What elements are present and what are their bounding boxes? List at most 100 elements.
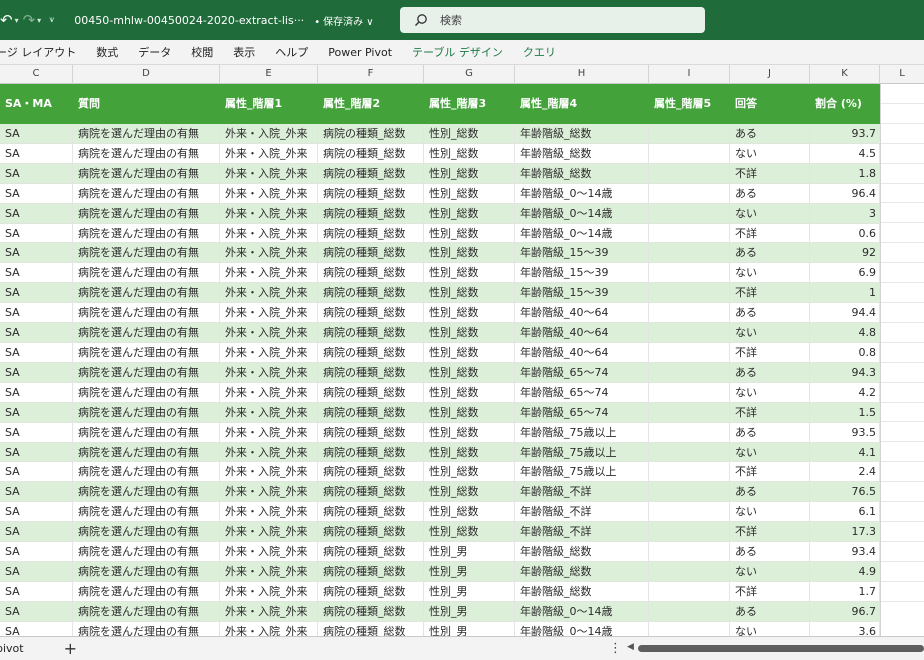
cell-attr-level1[interactable]: 外来・入院_外来 — [220, 243, 318, 263]
cell-attr-level1[interactable]: 外来・入院_外来 — [220, 442, 318, 462]
column-header-f[interactable]: F — [318, 65, 424, 84]
cell-ratio[interactable]: 1.5 — [810, 402, 880, 422]
cell-question[interactable]: 病院を選んだ理由の有無 — [73, 382, 220, 402]
cell-ratio[interactable]: 4.8 — [810, 323, 880, 343]
cell-attr-level1[interactable]: 外来・入院_外来 — [220, 183, 318, 203]
cell-attr-level2[interactable]: 病院の種類_総数 — [318, 402, 424, 422]
cell-attr-level5[interactable] — [649, 482, 730, 502]
cell-sa-ma[interactable]: SA — [0, 303, 73, 323]
empty-cell[interactable] — [881, 223, 924, 244]
cell-ratio[interactable]: 93.5 — [810, 422, 880, 442]
cell-attr-level5[interactable] — [649, 203, 730, 223]
cell-question[interactable]: 病院を選んだ理由の有無 — [73, 243, 220, 263]
cell-sa-ma[interactable]: SA — [0, 362, 73, 382]
cell-attr-level2[interactable]: 病院の種類_総数 — [318, 442, 424, 462]
tab-query[interactable]: クエリ — [523, 44, 556, 60]
cell-question[interactable]: 病院を選んだ理由の有無 — [73, 362, 220, 382]
cell-attr-level2[interactable]: 病院の種類_総数 — [318, 502, 424, 522]
cell-attr-level4[interactable]: 年齢階級_40～64 — [515, 303, 649, 323]
tab-page-layout[interactable]: ージ レイアウト — [0, 44, 76, 60]
cell-answer[interactable]: ない — [730, 323, 810, 343]
cell-attr-level1[interactable]: 外来・入院_外来 — [220, 283, 318, 303]
cell-attr-level3[interactable]: 性別_総数 — [424, 223, 515, 243]
cell-answer[interactable]: ない — [730, 203, 810, 223]
empty-cell[interactable] — [881, 582, 924, 602]
cell-answer[interactable]: 不詳 — [730, 402, 810, 422]
cell-sa-ma[interactable]: SA — [0, 581, 73, 601]
header-cell-attr-level1[interactable]: 属性_階層1 — [220, 84, 318, 124]
cell-ratio[interactable]: 1.7 — [810, 581, 880, 601]
cell-attr-level5[interactable] — [649, 402, 730, 422]
cell-attr-level3[interactable]: 性別_男 — [424, 601, 515, 621]
cell-attr-level2[interactable]: 病院の種類_総数 — [318, 263, 424, 283]
cell-ratio[interactable]: 6.1 — [810, 502, 880, 522]
cell-attr-level3[interactable]: 性別_総数 — [424, 203, 515, 223]
empty-cell[interactable] — [881, 542, 924, 562]
cell-attr-level5[interactable] — [649, 522, 730, 542]
empty-cell[interactable] — [881, 462, 924, 483]
cell-attr-level5[interactable] — [649, 223, 730, 243]
cell-answer[interactable]: 不詳 — [730, 581, 810, 601]
cell-attr-level3[interactable]: 性別_総数 — [424, 422, 515, 442]
cell-attr-level5[interactable] — [649, 342, 730, 362]
header-cell-attr-level5[interactable]: 属性_階層5 — [649, 84, 730, 124]
cell-attr-level3[interactable]: 性別_総数 — [424, 243, 515, 263]
cell-answer[interactable]: ある — [730, 542, 810, 562]
cell-ratio[interactable]: 17.3 — [810, 522, 880, 542]
cell-attr-level2[interactable]: 病院の種類_総数 — [318, 183, 424, 203]
cell-attr-level1[interactable]: 外来・入院_外来 — [220, 303, 318, 323]
cell-attr-level2[interactable]: 病院の種類_総数 — [318, 203, 424, 223]
empty-cell[interactable] — [881, 482, 924, 503]
cell-attr-level3[interactable]: 性別_総数 — [424, 323, 515, 343]
cell-question[interactable]: 病院を選んだ理由の有無 — [73, 342, 220, 362]
cell-question[interactable]: 病院を選んだ理由の有無 — [73, 402, 220, 422]
header-cell-attr-level3[interactable]: 属性_階層3 — [424, 84, 515, 124]
cell-attr-level3[interactable]: 性別_総数 — [424, 502, 515, 522]
cell-attr-level1[interactable]: 外来・入院_外来 — [220, 561, 318, 581]
cell-attr-level5[interactable] — [649, 143, 730, 163]
undo-icon[interactable]: ↶ — [0, 12, 13, 28]
cell-ratio[interactable]: 96.7 — [810, 601, 880, 621]
cell-answer[interactable]: ない — [730, 263, 810, 283]
cell-attr-level2[interactable]: 病院の種類_総数 — [318, 124, 424, 143]
column-header-i[interactable]: I — [649, 65, 730, 84]
cell-attr-level1[interactable]: 外来・入院_外来 — [220, 502, 318, 522]
empty-cell[interactable] — [881, 442, 924, 463]
cell-sa-ma[interactable]: SA — [0, 124, 73, 143]
empty-cell[interactable] — [881, 383, 924, 403]
cell-attr-level5[interactable] — [649, 323, 730, 343]
empty-cell[interactable] — [881, 203, 924, 224]
cell-sa-ma[interactable]: SA — [0, 462, 73, 482]
redo-icon[interactable]: ↷ — [23, 12, 36, 28]
cell-attr-level2[interactable]: 病院の種類_総数 — [318, 163, 424, 183]
cell-attr-level4[interactable]: 年齢階級_40～64 — [515, 323, 649, 343]
cell-attr-level3[interactable]: 性別_総数 — [424, 183, 515, 203]
cell-attr-level4[interactable]: 年齢階級_0～14歳 — [515, 183, 649, 203]
cell-attr-level3[interactable]: 性別_総数 — [424, 442, 515, 462]
column-header-d[interactable]: D — [73, 65, 220, 84]
cell-ratio[interactable]: 4.9 — [810, 561, 880, 581]
cell-attr-level2[interactable]: 病院の種類_総数 — [318, 382, 424, 402]
cell-answer[interactable]: ある — [730, 482, 810, 502]
cell-attr-level5[interactable] — [649, 263, 730, 283]
cell-attr-level3[interactable]: 性別_総数 — [424, 342, 515, 362]
cell-answer[interactable]: ない — [730, 502, 810, 522]
cell-answer[interactable]: ある — [730, 303, 810, 323]
empty-cell[interactable] — [881, 502, 924, 522]
column-header-j[interactable]: J — [730, 65, 810, 84]
cell-attr-level4[interactable]: 年齢階級_不詳 — [515, 502, 649, 522]
search-box[interactable]: 検索 — [400, 7, 705, 33]
empty-cell[interactable] — [881, 522, 924, 542]
cell-question[interactable]: 病院を選んだ理由の有無 — [73, 283, 220, 303]
cell-question[interactable]: 病院を選んだ理由の有無 — [73, 561, 220, 581]
cell-attr-level4[interactable]: 年齢階級_40～64 — [515, 342, 649, 362]
cell-answer[interactable]: ある — [730, 422, 810, 442]
cell-attr-level5[interactable] — [649, 502, 730, 522]
cell-attr-level2[interactable]: 病院の種類_総数 — [318, 542, 424, 562]
document-filename[interactable]: 00450-mhlw-00450024-2020-extract-lis··· — [74, 14, 304, 27]
empty-cell[interactable] — [881, 363, 924, 383]
cell-answer[interactable]: 不詳 — [730, 283, 810, 303]
cell-attr-level3[interactable]: 性別_男 — [424, 581, 515, 601]
cell-attr-level4[interactable]: 年齢階級_不詳 — [515, 482, 649, 502]
cell-attr-level5[interactable] — [649, 601, 730, 621]
